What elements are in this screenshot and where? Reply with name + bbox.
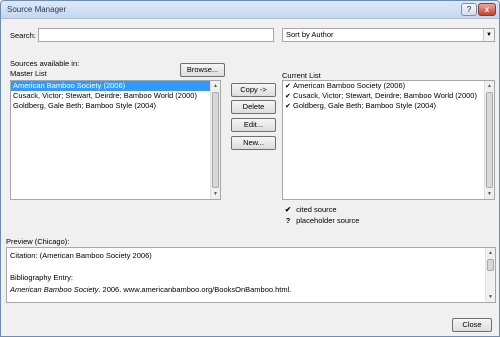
scroll-up-icon[interactable]: ▲ [486,248,495,258]
list-item[interactable]: American Bamboo Society (2006) [11,81,220,91]
preview-bibliography-entry: American Bamboo Society. 2006. www.ameri… [10,285,291,294]
browse-button[interactable]: Browse... [180,63,225,77]
sort-selected-value: Sort by Author [286,30,334,39]
preview-scrollbar[interactable]: ▲ ▼ [485,248,495,302]
preview-entry-title: American Bamboo Society [10,285,99,294]
new-button[interactable]: New... [231,136,276,150]
scroll-down-icon[interactable]: ▼ [485,189,494,199]
delete-button[interactable]: Delete [231,100,276,114]
legend-cited-label: cited source [296,205,337,214]
list-item-label: American Bamboo Society (2006) [293,81,406,90]
check-icon: ✔ [285,103,291,110]
list-item[interactable]: ✔ American Bamboo Society (2006) [283,81,494,91]
list-item[interactable]: Goldberg, Gale Beth; Bamboo Style (2004) [11,101,220,111]
preview-entry-rest: . 2006. www.americanbamboo.org/BooksOnBa… [98,285,292,294]
scroll-up-icon[interactable]: ▲ [485,81,494,91]
list-item-label: Cusack, Victor; Stewart, Deirdre; Bamboo… [13,91,197,100]
legend-placeholder: ? placeholder source [282,216,360,225]
master-list-box[interactable]: American Bamboo Society (2006) Cusack, Vi… [10,80,221,200]
preview-box: Citation: (American Bamboo Society 2006)… [6,247,496,303]
list-item[interactable]: ✔ Cusack, Victor; Stewart, Deirdre; Bambo… [283,91,494,101]
check-icon: ✔ [284,205,292,214]
sort-select[interactable]: Sort by Author ▼ [282,28,495,42]
list-item-label: American Bamboo Society (2006) [13,81,126,90]
preview-bibliography-heading: Bibliography Entry: [10,273,73,282]
edit-button[interactable]: Edit... [231,118,276,132]
preview-label: Preview (Chicago): [6,237,70,246]
current-list-box[interactable]: ✔ American Bamboo Society (2006) ✔ Cusack, … [282,80,495,200]
current-list-scrollbar[interactable]: ▲ ▼ [484,81,494,199]
window-title: Source Manager [7,5,67,14]
preview-citation: Citation: (American Bamboo Society 2006) [10,251,152,260]
legend-placeholder-label: placeholder source [296,216,360,225]
scroll-thumb[interactable] [212,92,219,188]
scroll-down-icon[interactable]: ▼ [211,189,220,199]
current-list-items: ✔ American Bamboo Society (2006) ✔ Cusack, … [283,81,494,111]
close-button[interactable]: Close [452,318,492,332]
list-item-label: Goldberg, Gale Beth; Bamboo Style (2004) [13,101,156,110]
list-item[interactable]: ✔ Goldberg, Gale Beth; Bamboo Style (2004… [283,101,494,111]
search-label: Search: [10,31,36,40]
scroll-up-icon[interactable]: ▲ [211,81,220,91]
master-list-items: American Bamboo Society (2006) Cusack, Vi… [11,81,220,111]
chevron-down-icon[interactable]: ▼ [483,29,494,41]
current-list-label: Current List [282,71,321,80]
search-input[interactable] [38,28,274,42]
sources-available-label: Sources available in: [10,59,80,68]
question-mark-icon: ? [285,216,291,225]
scroll-thumb[interactable] [487,259,494,271]
master-list-label: Master List [10,69,47,78]
copy-button[interactable]: Copy -> [231,83,276,97]
title-bar: Source Manager ? x [1,1,499,19]
list-item-label: Goldberg, Gale Beth; Bamboo Style (2004) [293,101,436,110]
master-list-scrollbar[interactable]: ▲ ▼ [210,81,220,199]
scroll-down-icon[interactable]: ▼ [486,292,495,302]
legend-cited: ✔ cited source [282,205,337,214]
source-manager-dialog: Source Manager ? x Search: Sort by Autho… [0,0,500,337]
help-button[interactable]: ? [461,3,477,16]
list-item-label: Cusack, Victor; Stewart, Deirdre; Bamboo… [293,91,477,100]
close-window-button[interactable]: x [478,3,496,16]
list-item[interactable]: Cusack, Victor; Stewart, Deirdre; Bamboo… [11,91,220,101]
scroll-thumb[interactable] [486,92,493,188]
